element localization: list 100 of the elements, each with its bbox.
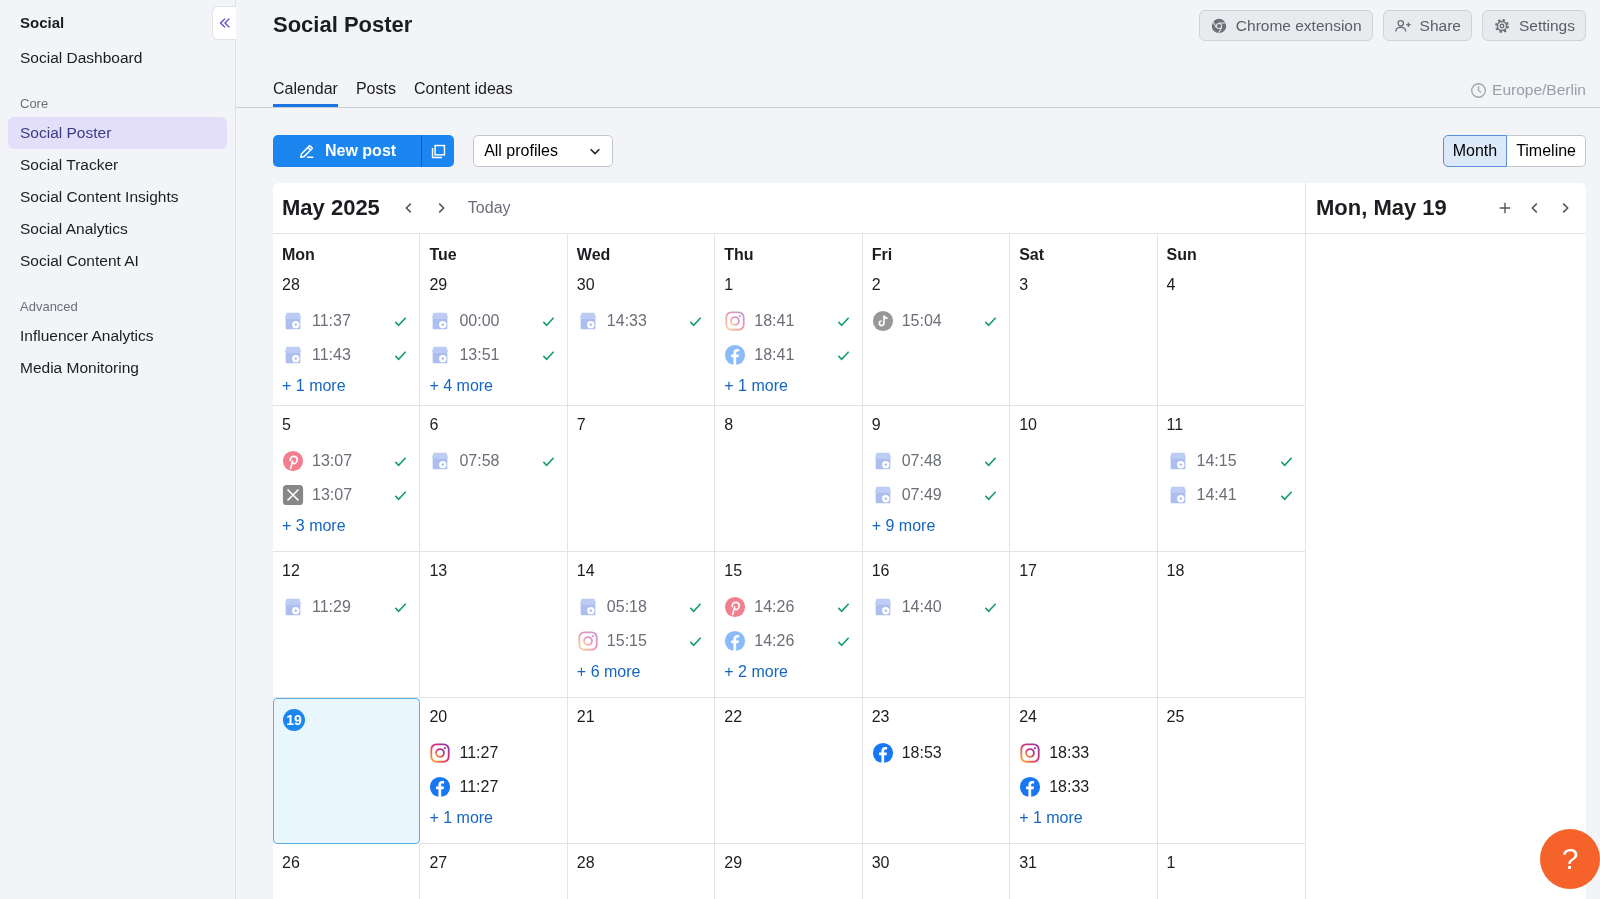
post-entry[interactable]: 15:04 — [871, 304, 1001, 338]
post-entry[interactable]: 13:07 — [282, 478, 411, 512]
post-entry[interactable]: 11:27 — [429, 736, 558, 770]
post-entry[interactable]: 14:40 — [871, 590, 1001, 624]
day-cell[interactable]: 23 18:53 — [862, 698, 1011, 844]
sidebar-item[interactable]: Influencer Analytics — [8, 320, 227, 352]
day-cell[interactable]: 8 — [715, 406, 863, 552]
day-cell[interactable]: 29 — [715, 844, 863, 899]
more-posts-link[interactable]: + 1 more — [724, 377, 853, 395]
post-entry[interactable]: 18:53 — [871, 736, 1001, 770]
tab[interactable]: Content ideas — [413, 80, 513, 107]
day-number: 30 — [576, 276, 595, 295]
collapse-sidebar-button[interactable] — [212, 6, 236, 40]
day-cell[interactable]: 24 18:33 18:33 + 1 more — [1010, 698, 1158, 844]
tab[interactable]: Calendar — [273, 80, 338, 107]
day-cell[interactable]: Tue 29 00:00 13:51 + 4 more — [420, 234, 568, 406]
day-cell[interactable]: 14 05:18 15:15 + 6 more — [567, 552, 716, 698]
day-cell[interactable]: 17 — [1010, 552, 1158, 698]
day-cell[interactable]: 6 07:58 — [420, 406, 568, 552]
more-posts-link[interactable]: + 9 more — [871, 517, 1001, 535]
post-entry[interactable]: 11:37 — [282, 304, 411, 338]
post-entry[interactable]: 18:41 — [724, 304, 853, 338]
day-cell[interactable]: 7 — [567, 406, 716, 552]
day-number: 2 — [871, 276, 881, 295]
post-entry[interactable]: 14:41 — [1166, 478, 1296, 512]
day-cell[interactable]: 5 13:07 13:07 + 3 more — [273, 406, 421, 552]
store-icon — [282, 310, 304, 332]
more-posts-link[interactable]: + 6 more — [576, 663, 706, 681]
day-cell[interactable]: Sat 3 — [1010, 234, 1158, 406]
sidebar-item[interactable]: Social Dashboard — [8, 42, 227, 74]
day-cell[interactable]: 22 — [715, 698, 863, 844]
sidebar-item[interactable]: Social Content AI — [8, 245, 227, 277]
sidebar-heading: Advanced — [19, 298, 79, 316]
settings-button[interactable]: Settings — [1482, 10, 1586, 41]
tab[interactable]: Posts — [355, 80, 396, 107]
post-entry[interactable]: 11:43 — [282, 338, 411, 372]
day-cell[interactable]: 10 — [1010, 406, 1158, 552]
sidebar-item[interactable]: Social Poster — [8, 117, 227, 149]
day-cell[interactable]: 1 — [1157, 844, 1305, 899]
weekday-label: Wed — [576, 246, 612, 264]
day-cell[interactable]: 26 — [273, 844, 421, 899]
post-entry[interactable]: 11:29 — [282, 590, 411, 624]
day-cell[interactable]: Mon 28 11:37 11:43 + 1 more — [273, 234, 421, 406]
sidebar-item[interactable]: Social Content Insights — [8, 181, 227, 213]
day-cell[interactable]: Fri 2 15:04 — [862, 234, 1011, 406]
more-posts-link[interactable]: + 4 more — [429, 377, 558, 395]
post-entry[interactable]: 05:18 — [576, 590, 706, 624]
post-entry[interactable]: 11:27 — [429, 770, 558, 804]
post-entry[interactable]: 18:41 — [724, 338, 853, 372]
day-number: 4 — [1166, 276, 1176, 295]
day-cell[interactable]: 19 — [273, 698, 421, 844]
more-posts-link[interactable]: + 1 more — [282, 377, 411, 395]
day-cell[interactable]: 30 — [862, 844, 1011, 899]
post-entry[interactable]: 14:26 — [724, 590, 853, 624]
post-entry[interactable]: 14:33 — [576, 304, 706, 338]
post-entry[interactable]: 07:49 — [871, 478, 1001, 512]
post-entry[interactable]: 14:26 — [724, 624, 853, 658]
clock-icon — [1470, 81, 1488, 99]
day-cell[interactable]: 20 11:27 11:27 + 1 more — [420, 698, 568, 844]
day-cell[interactable]: 21 — [567, 698, 716, 844]
share-button[interactable]: Share — [1382, 10, 1472, 41]
post-entry[interactable]: 15:15 — [576, 624, 706, 658]
day-cell[interactable]: 13 — [420, 552, 568, 698]
post-entry[interactable]: 18:33 — [1019, 736, 1148, 770]
day-cell[interactable]: 9 07:48 07:49 + 9 more — [862, 406, 1011, 552]
sidebar-item[interactable]: Social Analytics — [8, 213, 227, 245]
post-entry[interactable]: 13:07 — [282, 444, 411, 478]
chrome-button[interactable]: Chrome extension — [1198, 10, 1373, 41]
post-entry[interactable]: 13:51 — [429, 338, 558, 372]
post-entry[interactable]: 07:58 — [429, 444, 558, 478]
today-button[interactable]: Today — [461, 198, 517, 218]
day-cell[interactable]: 31 — [1010, 844, 1158, 899]
day-cell[interactable]: 18 — [1157, 552, 1305, 698]
view-toggle[interactable]: Month — [1442, 135, 1508, 167]
duplicate-button[interactable] — [421, 135, 455, 167]
post-entry[interactable]: 07:48 — [871, 444, 1001, 478]
day-cell[interactable]: 15 14:26 14:26 + 2 more — [715, 552, 863, 698]
more-posts-link[interactable]: + 1 more — [1019, 809, 1148, 827]
day-cell[interactable]: 25 — [1157, 698, 1305, 844]
more-posts-link[interactable]: + 3 more — [282, 517, 411, 535]
view-toggle[interactable]: Timeline — [1507, 135, 1586, 167]
pin-icon — [282, 450, 304, 472]
profiles-dropdown[interactable]: All profiles — [473, 135, 613, 167]
day-cell[interactable]: Sun 4 — [1157, 234, 1305, 406]
sidebar-item[interactable]: Media Monitoring — [8, 352, 227, 384]
day-cell[interactable]: 16 14:40 — [862, 552, 1011, 698]
post-entry[interactable]: 00:00 — [429, 304, 558, 338]
post-entry[interactable]: 18:33 — [1019, 770, 1148, 804]
day-cell[interactable]: 27 — [420, 844, 568, 899]
settings-icon — [1493, 16, 1511, 35]
more-posts-link[interactable]: + 1 more — [429, 809, 558, 827]
month-title: May 2025 — [282, 195, 380, 221]
day-cell[interactable]: Wed 30 14:33 — [567, 234, 716, 406]
new-post-button[interactable]: New post — [273, 135, 422, 167]
post-entry[interactable]: 14:15 — [1166, 444, 1296, 478]
day-cell[interactable]: 11 14:15 14:41 — [1157, 406, 1305, 552]
sidebar-item[interactable]: Social Tracker — [8, 149, 227, 181]
day-cell[interactable]: 28 — [567, 844, 716, 899]
more-posts-link[interactable]: + 2 more — [724, 663, 853, 681]
day-cell[interactable]: Thu 1 18:41 18:41 + 1 more — [715, 234, 863, 406]
